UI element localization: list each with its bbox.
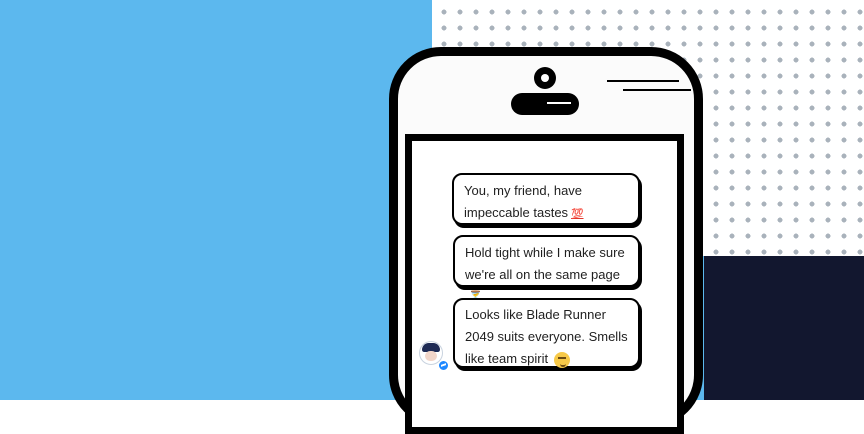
avatar-face (425, 351, 437, 361)
hundred-points-emoji-icon: 💯 (571, 209, 584, 220)
chat-message-bubble: Hold tight while I make sure we're all o… (453, 235, 640, 303)
phone-glare-line (623, 89, 691, 91)
chat-message-bubble: Looks like Blade Runner 2049 suits every… (453, 298, 640, 368)
phone-glare-line (607, 80, 679, 82)
chat-message-text: You, my friend, have impeccable tastes (464, 183, 583, 220)
background-navy-block (704, 256, 864, 400)
speaker-highlight (547, 102, 571, 104)
messenger-icon (438, 360, 449, 371)
smirk-emoji-icon (554, 351, 571, 368)
phone-camera-icon (534, 67, 556, 89)
phone-speaker-icon (511, 93, 579, 115)
camera-lens (541, 74, 549, 82)
chat-message-text: Looks like Blade Runner 2049 suits every… (465, 307, 628, 366)
chat-message-text: Hold tight while I make sure we're all o… (465, 245, 625, 282)
chat-message-bubble: You, my friend, have impeccable tastes 💯 (452, 173, 640, 225)
